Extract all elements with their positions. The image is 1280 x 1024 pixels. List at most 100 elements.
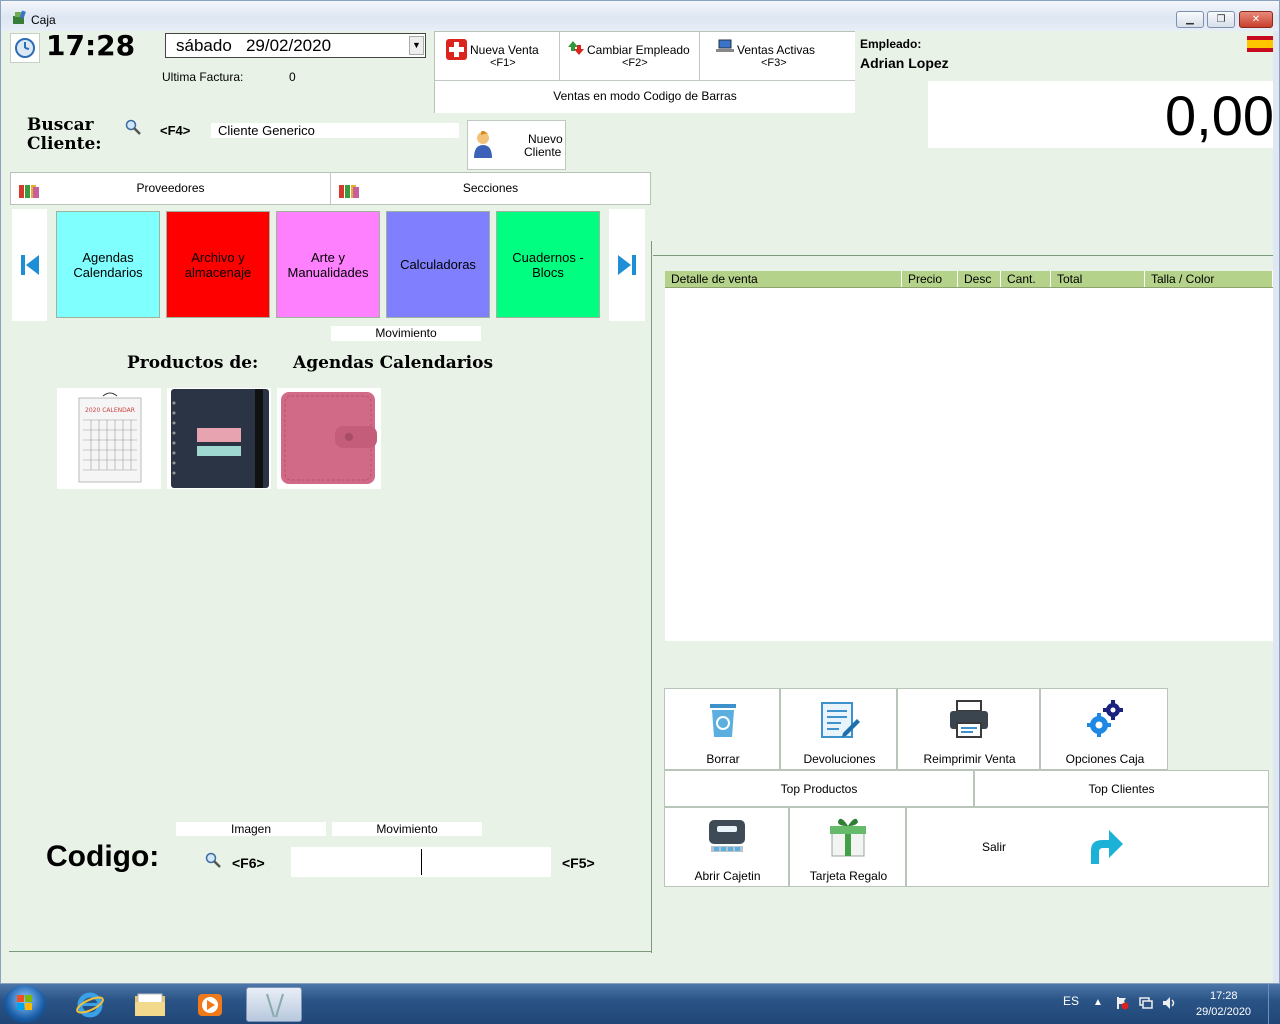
filter-bar: Proveedores Secciones <box>10 172 651 205</box>
products-category: Agendas Calendarios <box>293 353 494 373</box>
last-invoice-label: Ultima Factura: <box>162 70 244 84</box>
window-right-border <box>1273 31 1279 983</box>
media-player-icon <box>197 993 223 1017</box>
windows-logo-icon <box>17 995 32 1010</box>
clock-icon <box>10 33 40 63</box>
skip-previous-icon <box>20 254 40 276</box>
taskbar-time[interactable]: 17:28 <box>1210 990 1238 1002</box>
reprint-button[interactable]: Reimprimir Venta <box>897 688 1040 770</box>
ie-taskbar-button[interactable] <box>63 987 117 1022</box>
code-enter-key: <F5> <box>562 855 595 871</box>
last-invoice-value: 0 <box>289 70 296 84</box>
taskbar: ES ▲ 17:28 29/02/2020 <box>0 984 1280 1024</box>
window-title: Caja <box>31 13 56 27</box>
cash-options-button[interactable]: Opciones Caja <box>1040 688 1168 770</box>
delete-button[interactable]: Borrar <box>664 688 780 770</box>
start-button[interactable] <box>4 985 46 1023</box>
language-indicator[interactable]: ES <box>1063 994 1079 1008</box>
product-calendar[interactable]: 2020 CALENDAR <box>57 388 161 489</box>
cash-drawer-icon <box>707 816 747 856</box>
product-wallet[interactable] <box>277 388 381 489</box>
column-header[interactable]: Desc <box>958 271 1001 287</box>
top-clients-button[interactable]: Top Clientes <box>974 770 1269 807</box>
customer-search-icon[interactable] <box>125 119 141 135</box>
gift-card-button[interactable]: Tarjeta Regalo <box>789 807 906 887</box>
column-header[interactable]: Precio <box>902 271 958 287</box>
category-prev-button[interactable] <box>12 209 47 321</box>
barcode-mode-button[interactable]: Ventas en modo Codigo de Barras <box>435 81 855 113</box>
employee-name: Adrian Lopez <box>860 55 949 71</box>
document-edit-icon <box>819 699 861 741</box>
media-player-taskbar-button[interactable] <box>183 987 237 1022</box>
close-button[interactable]: ✕ <box>1239 11 1273 28</box>
column-header[interactable]: Cant. <box>1001 271 1051 287</box>
customer-search-key: <F4> <box>160 123 191 138</box>
category-tile[interactable]: Cuadernos - Blocs <box>496 211 600 318</box>
category-tile[interactable]: Archivo y almacenaje <box>166 211 270 318</box>
laptop-icon <box>716 39 734 53</box>
flag-es-icon[interactable] <box>1247 36 1273 52</box>
volume-icon[interactable] <box>1162 996 1178 1010</box>
customer-search-label: Buscar Cliente: <box>27 115 102 154</box>
action-center-icon[interactable] <box>1115 996 1129 1010</box>
exit-button[interactable]: Salir <box>906 807 1269 887</box>
top-actions: Nueva Venta <F1> Cambiar Empleado <F2> V… <box>434 31 855 113</box>
employee-label: Empleado: <box>860 37 922 51</box>
column-header[interactable]: Talla / Color <box>1145 271 1273 287</box>
code-search-icon[interactable] <box>205 852 221 868</box>
category-tile[interactable]: Calculadoras <box>386 211 490 318</box>
internet-explorer-icon <box>76 992 104 1018</box>
binders-icon <box>18 180 40 198</box>
pos-app-taskbar-button[interactable] <box>246 987 302 1022</box>
explorer-taskbar-button[interactable] <box>123 987 177 1022</box>
trash-icon <box>704 701 742 739</box>
network-icon[interactable] <box>1139 996 1153 1010</box>
skip-next-icon <box>617 254 637 276</box>
sections-filter-button[interactable]: Secciones <box>331 173 650 204</box>
wallet-product-image <box>281 392 377 484</box>
printer-icon <box>948 699 990 739</box>
minimize-button[interactable]: ▁ <box>1176 11 1204 28</box>
movement-label-bottom[interactable]: Movimiento <box>332 822 482 836</box>
folder-icon <box>134 993 166 1017</box>
code-search-key: <F6> <box>232 855 265 871</box>
exit-arrow-icon <box>1083 828 1125 866</box>
right-panel-top-border <box>653 255 1273 256</box>
sale-table-header: Detalle de venta Precio Desc Cant. Total… <box>665 271 1273 288</box>
category-tile[interactable]: Agendas Calendarios <box>56 211 160 318</box>
new-customer-button[interactable]: Nuevo Cliente <box>467 120 566 170</box>
plus-icon <box>446 39 467 60</box>
tray-expand-icon[interactable]: ▲ <box>1093 997 1103 1008</box>
image-label[interactable]: Imagen <box>176 822 326 836</box>
products-heading: Productos de: <box>127 353 259 373</box>
svg-text:2020 CALENDAR: 2020 CALENDAR <box>85 407 135 414</box>
active-sales-button[interactable]: Ventas Activas <F3> <box>700 32 855 81</box>
show-desktop-button[interactable] <box>1268 984 1280 1024</box>
sale-table[interactable]: Detalle de venta Precio Desc Cant. Total… <box>665 271 1273 641</box>
product-planner[interactable] <box>167 388 271 489</box>
chevron-down-icon[interactable]: ▼ <box>409 36 424 55</box>
category-tile[interactable]: Arte y Manualidades <box>276 211 380 318</box>
change-employee-button[interactable]: Cambiar Empleado <F2> <box>560 32 700 81</box>
person-icon <box>473 130 493 160</box>
text-cursor <box>421 849 422 875</box>
customer-field[interactable]: Cliente Generico <box>211 123 459 138</box>
code-label: Codigo: <box>46 840 160 873</box>
planner-product-image <box>171 389 269 488</box>
open-drawer-button[interactable]: Abrir Cajetin <box>664 807 789 887</box>
app-icon <box>11 10 27 26</box>
top-products-button[interactable]: Top Productos <box>664 770 974 807</box>
date-value: sábado 29/02/2020 <box>176 36 332 55</box>
new-sale-button[interactable]: Nueva Venta <F1> <box>435 32 560 81</box>
column-header[interactable]: Detalle de venta <box>665 271 902 287</box>
column-header[interactable]: Total <box>1051 271 1145 287</box>
title-bar: Caja ▁ ❐ ✕ <box>1 1 1279 31</box>
suppliers-filter-button[interactable]: Proveedores <box>11 173 331 204</box>
restore-button[interactable]: ❐ <box>1207 11 1235 28</box>
movement-label[interactable]: Movimiento <box>331 326 481 341</box>
gears-icon <box>1085 699 1125 739</box>
returns-button[interactable]: Devoluciones <box>780 688 897 770</box>
date-selector[interactable]: sábado 29/02/2020 ▼ <box>165 33 426 58</box>
taskbar-date[interactable]: 29/02/2020 <box>1196 1006 1251 1018</box>
category-next-button[interactable] <box>609 209 645 321</box>
